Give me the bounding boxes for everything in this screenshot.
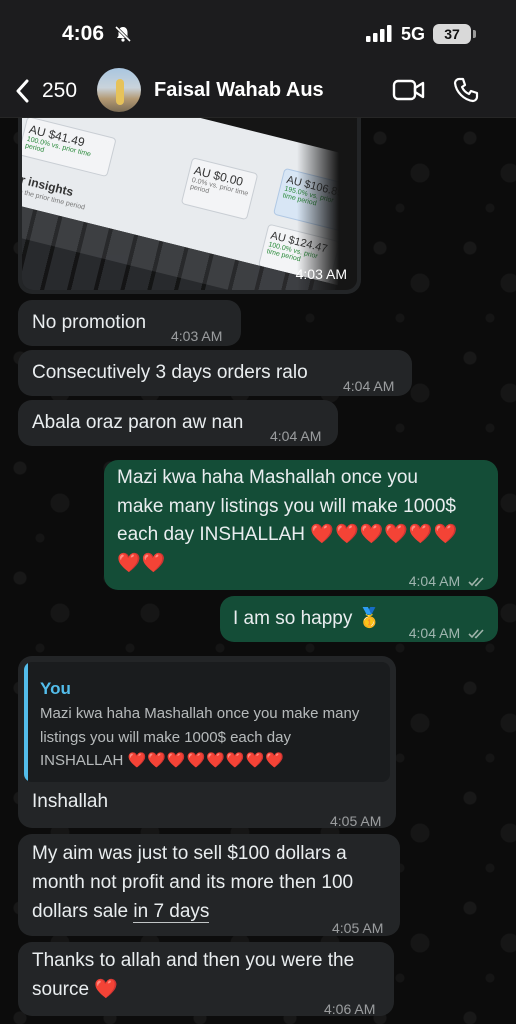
message-text-line: source <box>32 979 90 1000</box>
message-text: Abala oraz paron aw nan <box>32 412 244 433</box>
message-text-line: My aim was just to sell $100 dollars a <box>32 843 347 864</box>
message-meta: 4:04 AM <box>409 618 486 649</box>
message-text: No promotion <box>32 312 147 333</box>
message-time: 4:03 AM <box>171 328 223 344</box>
incoming-message[interactable]: My aim was just to sell $100 dollars a m… <box>18 834 400 936</box>
double-check-icon <box>468 567 486 597</box>
outgoing-message[interactable]: Mazi kwa haha Mashallah once you make ma… <box>104 460 498 590</box>
message-text-line: Thanks to allah and then you were the <box>32 950 355 971</box>
message-time: 4:04 AM <box>408 625 461 641</box>
message-text: Inshallah <box>32 791 109 812</box>
message-text-line: Mazi kwa haha Mashallah once you <box>117 467 419 488</box>
message-meta: 4:04 AM <box>409 566 486 597</box>
status-time: 4:06 <box>62 22 105 45</box>
status-bar: 4:06 5G 37 <box>0 0 516 62</box>
avatar[interactable] <box>97 68 141 112</box>
bell-slash-icon <box>114 25 132 48</box>
incoming-message[interactable]: Consecutively 3 days orders ralo 4:04 AM <box>18 350 412 396</box>
quoted-message[interactable]: You Mazi kwa haha Mashallah once you mak… <box>24 662 390 782</box>
message-time: 4:03 AM <box>295 266 347 282</box>
quote-text-line: INSHALLAH <box>40 752 124 769</box>
double-check-icon <box>468 619 486 649</box>
message-text-line: each day INSHALLAH <box>117 524 305 545</box>
contact-name[interactable]: Faisal Wahab Aus <box>154 79 324 102</box>
incoming-reply-message[interactable]: You Mazi kwa haha Mashallah once you mak… <box>18 656 396 829</box>
message-time: 4:05 AM <box>330 813 382 829</box>
message-text: I am so happy <box>233 608 353 629</box>
quote-author: You <box>40 679 71 698</box>
gold-medal-emoji: 🥇 <box>357 608 382 629</box>
chevron-left-icon[interactable] <box>14 79 32 108</box>
outgoing-message[interactable]: I am so happy 🥇 4:04 AM <box>220 596 498 642</box>
battery-indicator: 37 <box>433 24 471 44</box>
incoming-message[interactable]: Abala oraz paron aw nan 4:04 AM <box>18 400 338 446</box>
video-camera-icon[interactable] <box>392 78 426 107</box>
back-unread-count[interactable]: 250 <box>42 79 77 103</box>
signal-bars-icon <box>366 25 392 47</box>
heart-emoji: ❤️ <box>94 979 119 1000</box>
incoming-message[interactable]: Thanks to allah and then you were the so… <box>18 942 394 1017</box>
message-text: Consecutively 3 days orders ralo <box>32 362 308 383</box>
message-time: 4:04 AM <box>343 378 395 394</box>
message-time: 4:04 AM <box>270 428 322 444</box>
message-time: 4:04 AM <box>408 573 461 589</box>
phone-icon[interactable] <box>453 77 479 108</box>
hearts-emoji: ❤️❤️❤️❤️❤️❤️❤️❤️ <box>127 752 285 769</box>
chat-background[interactable]: AU $41.49 100.0% vs. prior time period A… <box>0 118 516 1024</box>
hearts-emoji: ❤️❤️❤️❤️❤️❤️ <box>310 524 459 545</box>
message-text-line: dollars sale <box>32 901 134 922</box>
battery-tip <box>473 30 476 38</box>
message-text-line: month not profit and its more then 100 <box>32 872 354 893</box>
quote-text-line: Mazi kwa haha Mashallah once you make ma… <box>40 705 360 722</box>
message-time: 4:06 AM <box>324 1001 376 1017</box>
photo-attachment[interactable]: AU $41.49 100.0% vs. prior time period A… <box>22 118 357 290</box>
message-link-text[interactable]: in 7 days <box>133 901 210 923</box>
chat-header: 250 Faisal Wahab Aus <box>0 62 516 118</box>
incoming-message[interactable]: No promotion 4:03 AM <box>18 300 241 346</box>
message-time: 4:05 AM <box>332 920 384 936</box>
message-text-line: make many listings you will make 1000$ <box>117 495 456 517</box>
network-label: 5G <box>401 24 426 44</box>
quote-text-line: listings you will make 1000$ each day <box>40 728 291 746</box>
image-message[interactable]: AU $41.49 100.0% vs. prior time period A… <box>18 118 361 294</box>
